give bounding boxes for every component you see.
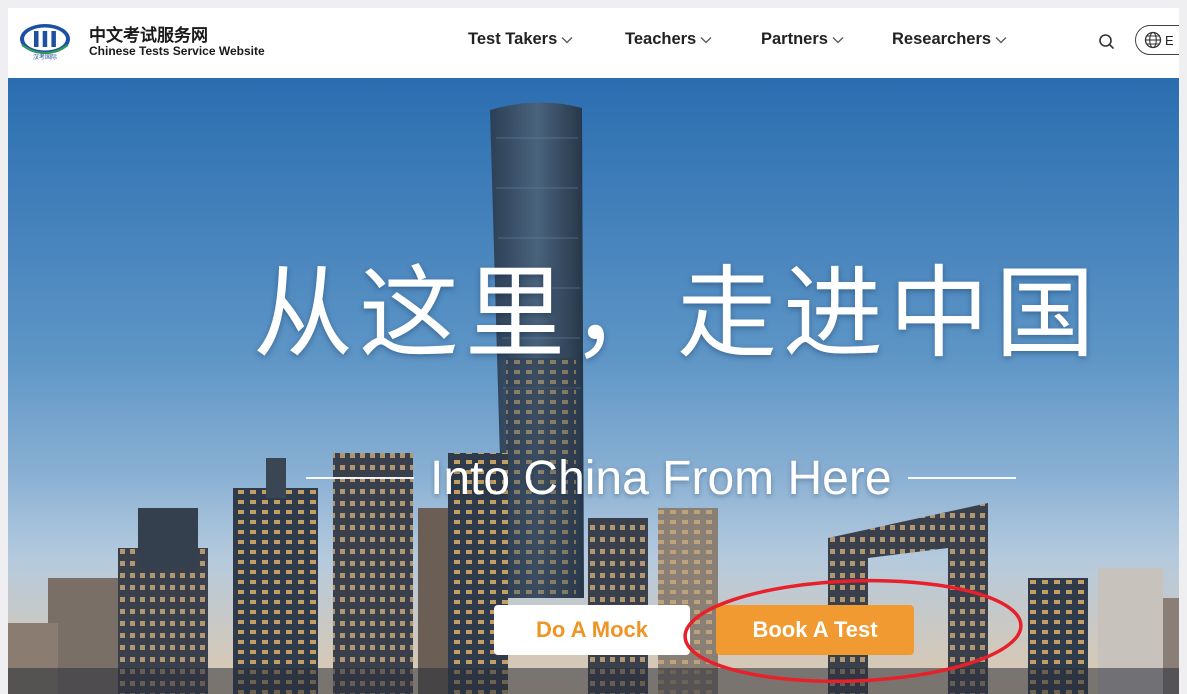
nav-test-takers-label: Test Takers: [468, 30, 558, 48]
site-header: 汉考国际 中文考试服务网 Chinese Tests Service Websi…: [8, 8, 1179, 78]
nav-partners-label: Partners: [761, 30, 828, 48]
browser-page: 汉考国际 中文考试服务网 Chinese Tests Service Websi…: [8, 8, 1179, 694]
hero-subheadline-row: Into China From Here: [306, 450, 1016, 506]
site-title-chinese[interactable]: 中文考试服务网: [89, 21, 208, 46]
search-icon[interactable]: [1094, 29, 1120, 55]
book-a-test-button[interactable]: Book A Test: [716, 605, 914, 655]
nav-researchers-label: Researchers: [892, 30, 992, 48]
nav-partners[interactable]: Partners: [761, 30, 844, 49]
subheadline-right-rule: [907, 477, 1016, 479]
site-title-english[interactable]: Chinese Tests Service Website: [89, 44, 265, 58]
chevron-down-icon: [700, 36, 712, 43]
nav-test-takers[interactable]: Test Takers: [468, 30, 573, 49]
emblem-text: 汉考国际: [33, 53, 57, 61]
hero-banner: 从这里，走进中国 Into China From Here Do A Mock …: [8, 78, 1179, 694]
language-label: E: [1165, 32, 1174, 48]
chevron-down-icon: [995, 36, 1007, 43]
chevron-down-icon: [561, 36, 573, 43]
beijing-skyline-image: [8, 78, 1179, 694]
nav-teachers[interactable]: Teachers: [625, 30, 712, 49]
site-logo-emblem[interactable]: 汉考国际: [18, 21, 72, 61]
nav-teachers-label: Teachers: [625, 30, 697, 48]
hero-subheadline: Into China From Here: [430, 451, 892, 505]
subheadline-left-rule: [306, 477, 414, 479]
globe-icon: [1144, 31, 1162, 49]
language-switcher[interactable]: E: [1135, 25, 1179, 55]
hero-headline: 从这里，走进中国: [253, 255, 1101, 372]
chevron-down-icon: [832, 36, 844, 43]
do-a-mock-button[interactable]: Do A Mock: [494, 605, 690, 655]
nav-researchers[interactable]: Researchers: [892, 30, 1007, 49]
